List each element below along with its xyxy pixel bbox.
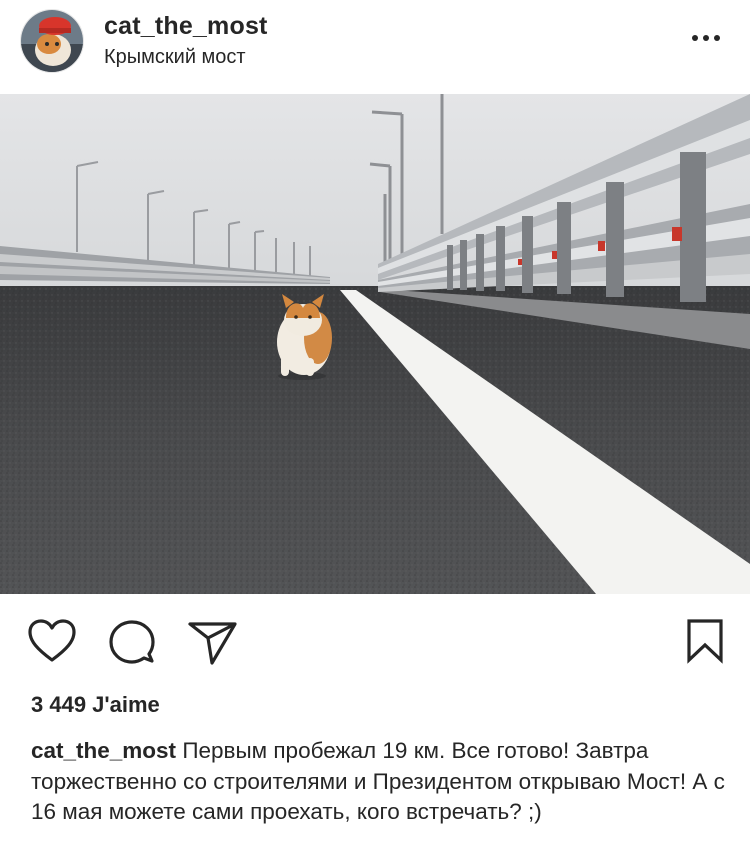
post-actions xyxy=(0,594,750,690)
post-username[interactable]: cat_the_most xyxy=(104,12,268,41)
comment-icon[interactable] xyxy=(108,618,156,666)
post-caption: cat_the_most Первым пробежал 19 км. Все … xyxy=(31,736,731,828)
caption-username[interactable]: cat_the_most xyxy=(31,738,176,763)
likes-count[interactable]: 3 449 J'aime xyxy=(31,692,160,718)
bookmark-icon[interactable] xyxy=(686,618,724,664)
avatar[interactable] xyxy=(20,9,84,73)
bridge-cat-photo xyxy=(0,94,750,594)
avatar-image xyxy=(21,10,83,72)
heart-icon[interactable] xyxy=(27,618,77,664)
post-photo[interactable] xyxy=(0,94,750,594)
more-options-icon[interactable] xyxy=(688,28,724,48)
paper-plane-icon[interactable] xyxy=(188,620,238,666)
post-header: cat_the_most Крымский мост xyxy=(0,0,750,94)
post-location[interactable]: Крымский мост xyxy=(104,46,246,69)
